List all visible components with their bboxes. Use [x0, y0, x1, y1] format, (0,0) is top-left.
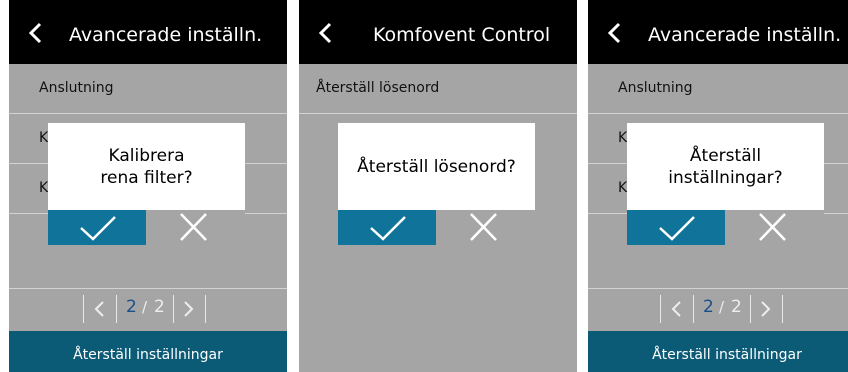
checkmark-icon: [80, 216, 116, 241]
chevron-left-icon[interactable]: [93, 298, 107, 320]
checkmark-icon: [370, 216, 406, 241]
header-bar: Avancerade inställn.: [9, 0, 287, 64]
cancel-button[interactable]: [146, 210, 245, 245]
close-icon: [470, 213, 497, 241]
divider: [116, 295, 117, 323]
divider: [205, 295, 206, 323]
header-title: Komfovent Control: [373, 24, 551, 46]
page-total: 2: [154, 297, 165, 317]
list-item-anslutning[interactable]: Anslutning: [588, 64, 848, 114]
dialog-message: Återställ inställningar?: [627, 123, 824, 210]
page-separator: /: [719, 298, 725, 316]
header-bar: Avancerade inställn.: [588, 0, 848, 64]
divider: [750, 295, 751, 323]
back-chevron-icon[interactable]: [606, 22, 626, 44]
confirm-button[interactable]: [48, 210, 146, 245]
chevron-right-icon[interactable]: [758, 298, 772, 320]
confirm-dialog: Kalibrera rena filter?: [48, 123, 245, 245]
header-bar: Komfovent Control: [299, 0, 577, 64]
close-icon: [180, 213, 207, 241]
page-current: 2: [126, 297, 137, 317]
confirm-button[interactable]: [627, 210, 725, 245]
page-total: 2: [731, 297, 742, 317]
page-current: 2: [703, 297, 714, 317]
divider: [782, 295, 783, 323]
reset-settings-button[interactable]: Återställ inställningar: [9, 331, 287, 372]
chevron-right-icon[interactable]: [181, 298, 195, 320]
header-title: Avancerade inställn.: [648, 24, 842, 46]
back-chevron-icon[interactable]: [317, 22, 337, 44]
checkmark-icon: [659, 216, 695, 241]
divider: [83, 295, 84, 323]
header-title: Avancerade inställn.: [69, 24, 263, 46]
confirm-dialog: Återställ inställningar?: [627, 123, 824, 245]
screen-reset-settings: Avancerade inställn. Anslutning K K 2 / …: [588, 0, 848, 372]
reset-settings-button[interactable]: Återställ inställningar: [588, 331, 848, 372]
list-item-anslutning[interactable]: Anslutning: [9, 64, 287, 114]
divider: [693, 295, 694, 323]
cancel-button[interactable]: [725, 210, 824, 245]
chevron-left-icon[interactable]: [670, 298, 684, 320]
list-item-reset-password[interactable]: Återställ lösenord: [299, 64, 577, 114]
page-separator: /: [142, 298, 148, 316]
confirm-dialog: Återställ lösenord?: [338, 123, 535, 245]
dialog-message: Kalibrera rena filter?: [48, 123, 245, 210]
dialog-message: Återställ lösenord?: [338, 123, 535, 210]
screen-reset-password: Komfovent Control Återställ lösenord Åte…: [299, 0, 577, 372]
cancel-button[interactable]: [436, 210, 535, 245]
divider: [173, 295, 174, 323]
close-icon: [759, 213, 786, 241]
screen-calibrate-filter: Avancerade inställn. Anslutning K K 2 / …: [9, 0, 287, 372]
divider: [660, 295, 661, 323]
confirm-button[interactable]: [338, 210, 436, 245]
back-chevron-icon[interactable]: [27, 22, 47, 44]
